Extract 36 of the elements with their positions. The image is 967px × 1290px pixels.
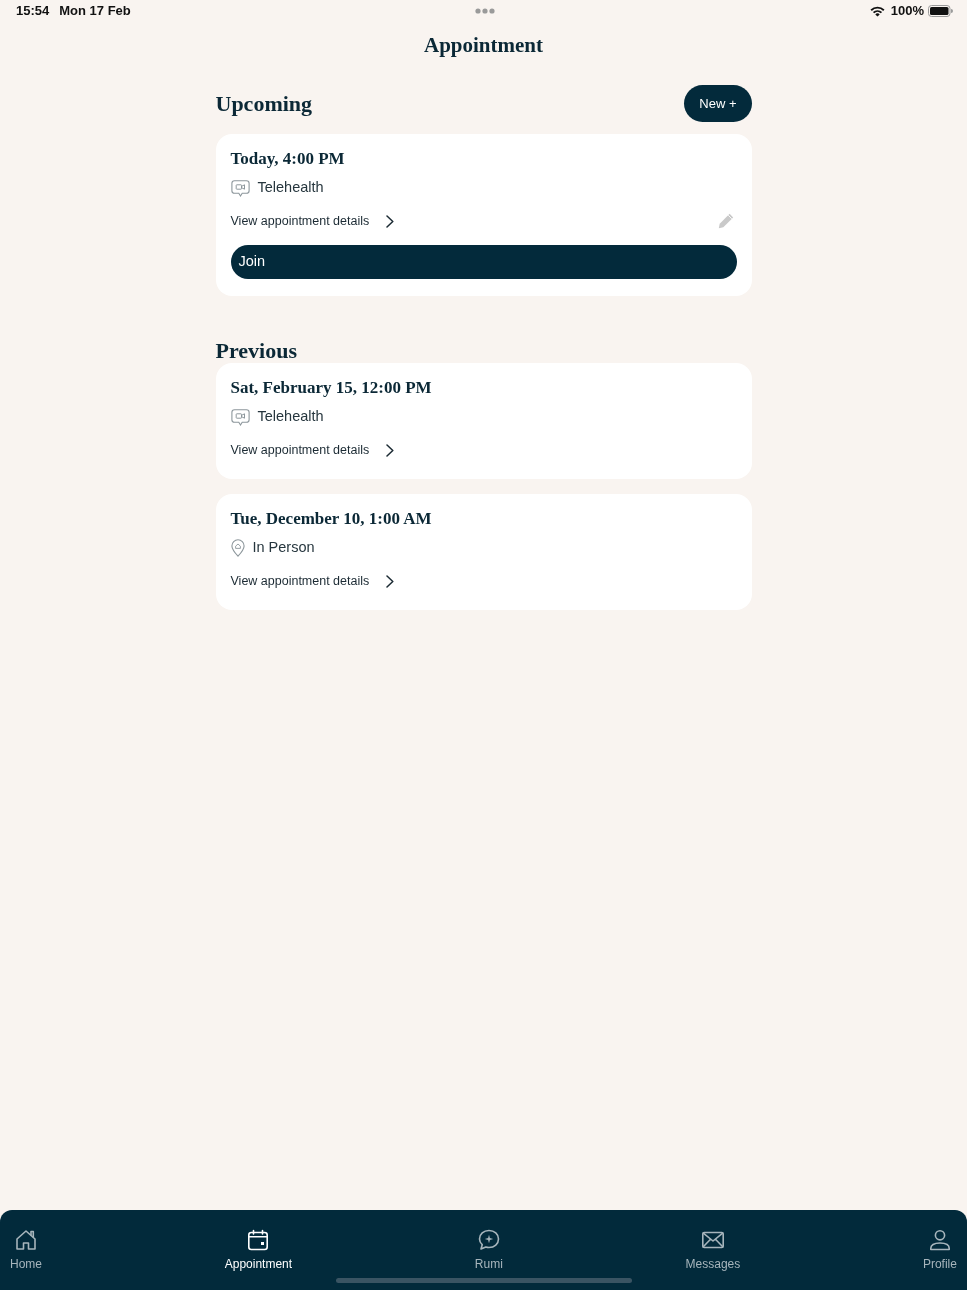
- appointment-date: Sat, February 15, 12:00 PM: [230, 378, 433, 398]
- wifi-icon: [869, 5, 885, 17]
- status-time: 15:54: [16, 2, 50, 21]
- tab-item[interactable]: Profile: [922, 1228, 957, 1272]
- details-link[interactable]: View appointment details: [230, 571, 395, 591]
- tab-item[interactable]: Home: [10, 1228, 42, 1272]
- edit-icon[interactable]: [717, 213, 734, 229]
- home-icon: [14, 1228, 38, 1252]
- page-title: Appointment: [423, 32, 544, 58]
- video-chat-icon: [230, 408, 250, 426]
- new-appointment-button[interactable]: New +: [684, 85, 752, 122]
- chevron-right-icon: [386, 574, 395, 588]
- section-heading: Previous: [215, 339, 298, 363]
- tab-item[interactable]: Messages: [685, 1228, 741, 1272]
- appointment-date: Tue, December 10, 1:00 AM: [230, 509, 433, 529]
- ellipsis-icon: [474, 8, 495, 14]
- appointment-type: Telehealth: [257, 178, 324, 198]
- appointment-date: Today, 4:00 PM: [230, 149, 346, 169]
- appointment-type: In Person: [252, 538, 315, 558]
- video-chat-icon: [230, 179, 250, 197]
- status-date: Mon 17 Feb: [59, 2, 131, 21]
- chevron-right-icon: [386, 443, 395, 457]
- section-heading: Upcoming: [215, 90, 313, 117]
- tab-item[interactable]: Appointment: [224, 1228, 293, 1272]
- join-button[interactable]: Join: [230, 245, 737, 279]
- details-link[interactable]: View appointment details: [230, 440, 395, 460]
- battery-icon: [928, 5, 953, 17]
- chat-sparkle-icon: [476, 1228, 501, 1252]
- calendar-icon: [246, 1228, 271, 1252]
- person-icon: [927, 1228, 952, 1252]
- details-link[interactable]: View appointment details: [230, 211, 395, 231]
- tab-item[interactable]: Rumi: [474, 1228, 503, 1272]
- location-pin-icon: [230, 539, 245, 557]
- appointment-type: Telehealth: [257, 407, 324, 427]
- chevron-right-icon: [386, 214, 395, 228]
- battery-percentage: 100%: [890, 2, 924, 21]
